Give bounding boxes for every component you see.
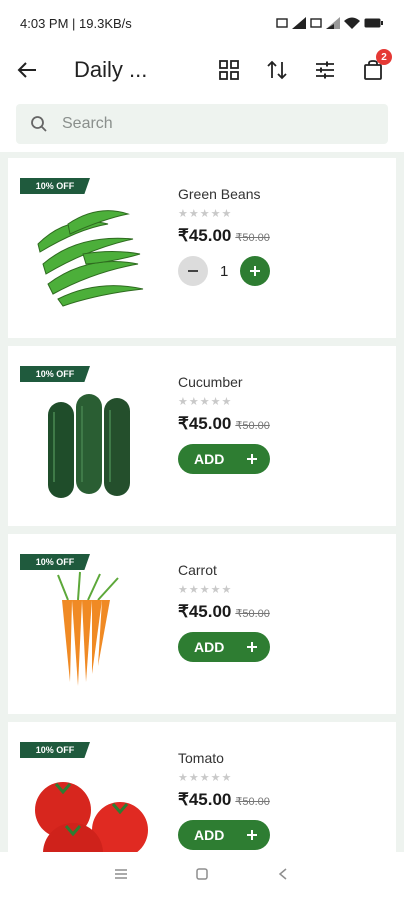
recents-button[interactable] <box>106 867 136 885</box>
product-mrp: ₹50.00 <box>235 608 270 620</box>
page-title: Daily ... <box>74 57 148 82</box>
price-row: ₹45.00 ₹50.00 <box>178 602 270 622</box>
product-card-carrot[interactable]: 10% OFF Carrot ★★★★★ ₹45.00 ₹50.00 ADD <box>8 534 396 714</box>
sort-icon <box>267 60 287 80</box>
add-label: ADD <box>194 639 225 655</box>
rating-stars: ★★★★★ <box>178 772 233 784</box>
quantity-value: 1 <box>220 262 229 280</box>
rating-stars: ★★★★★ <box>178 208 233 220</box>
product-price: ₹45.00 <box>178 790 232 809</box>
search-input[interactable] <box>62 115 342 133</box>
status-icons <box>276 17 384 29</box>
product-mrp: ₹50.00 <box>235 420 270 432</box>
plus-icon <box>250 266 261 276</box>
tune-icon <box>316 61 334 79</box>
status-bar: 4:03 PM | 19.3KB/s <box>0 0 404 46</box>
plus-icon <box>247 830 257 840</box>
signal-icon-2 <box>326 17 340 29</box>
cart-count-badge: 2 <box>376 49 392 65</box>
add-to-cart-button[interactable]: ADD <box>178 632 270 662</box>
chevron-left-icon <box>279 868 287 880</box>
product-info: Carrot ★★★★★ ₹45.00 ₹50.00 ADD <box>168 534 270 714</box>
discount-badge: 10% OFF <box>20 366 90 382</box>
green-beans-image <box>37 210 144 307</box>
add-label: ADD <box>194 451 225 467</box>
price-row: ₹45.00 ₹50.00 <box>178 226 270 246</box>
minus-icon <box>188 270 198 272</box>
back-arrow-icon <box>17 62 36 78</box>
search-icon <box>31 116 47 132</box>
product-price: ₹45.00 <box>178 602 232 621</box>
back-button[interactable] <box>16 54 48 86</box>
product-name: Carrot <box>178 562 217 578</box>
sort-button[interactable] <box>262 55 292 85</box>
product-list[interactable]: 10% OFF Green Beans ★★★★★ ₹45.00 ₹50.00 … <box>0 152 404 852</box>
product-mrp: ₹50.00 <box>235 796 270 808</box>
plus-icon <box>247 642 257 652</box>
price-row: ₹45.00 ₹50.00 <box>178 414 270 434</box>
status-time: 4:03 PM | 19.3KB/s <box>20 15 132 31</box>
cucumber-image <box>48 394 130 498</box>
product-image-box: 10% OFF <box>8 534 168 714</box>
add-to-cart-button[interactable]: ADD <box>178 444 270 474</box>
product-card-green-beans[interactable]: 10% OFF Green Beans ★★★★★ ₹45.00 ₹50.00 … <box>8 158 396 338</box>
add-label: ADD <box>194 827 225 843</box>
product-name: Green Beans <box>178 186 261 202</box>
filter-button[interactable] <box>310 55 340 85</box>
product-mrp: ₹50.00 <box>235 232 270 244</box>
product-name: Tomato <box>178 750 224 766</box>
battery-icon <box>364 18 383 28</box>
system-nav-bar <box>0 852 404 900</box>
discount-badge: 10% OFF <box>20 178 90 194</box>
rating-stars: ★★★★★ <box>178 396 233 408</box>
product-price: ₹45.00 <box>178 226 232 245</box>
product-price: ₹45.00 <box>178 414 232 433</box>
product-name: Cucumber <box>178 374 243 390</box>
search-bar[interactable] <box>16 104 388 144</box>
wifi-icon <box>344 17 360 29</box>
menu-icon <box>114 869 127 879</box>
rating-stars: ★★★★★ <box>178 584 233 596</box>
product-image-box: 10% OFF <box>8 346 168 526</box>
increase-quantity-button[interactable] <box>240 256 271 286</box>
price-row: ₹45.00 ₹50.00 <box>178 790 270 810</box>
discount-badge: 10% OFF <box>20 554 90 570</box>
volte-icon <box>276 18 288 28</box>
plus-icon <box>247 454 257 464</box>
product-info: Cucumber ★★★★★ ₹45.00 ₹50.00 ADD <box>168 346 270 526</box>
cart-button[interactable]: 2 <box>358 49 392 85</box>
volte-icon-2 <box>310 18 322 28</box>
signal-icon <box>292 17 306 29</box>
product-image-box: 10% OFF <box>8 722 168 852</box>
carrot-image <box>57 571 119 686</box>
grid-view-button[interactable] <box>214 55 244 85</box>
product-info: Tomato ★★★★★ ₹45.00 ₹50.00 ADD <box>168 722 270 852</box>
product-card-tomato[interactable]: 10% OFF Tomato ★★★★★ ₹45.00 ₹50.00 ADD <box>8 722 396 852</box>
quantity-stepper: 1 <box>178 256 271 286</box>
app-bar-actions: 2 <box>214 49 392 85</box>
tomato-image <box>35 782 148 852</box>
product-image-box: 10% OFF <box>8 158 168 338</box>
add-to-cart-button[interactable]: ADD <box>178 820 270 850</box>
product-info: Green Beans ★★★★★ ₹45.00 ₹50.00 1 <box>168 158 271 338</box>
discount-badge: 10% OFF <box>20 742 90 758</box>
decrease-quantity-button[interactable] <box>178 256 208 286</box>
system-back-button[interactable] <box>268 867 298 885</box>
square-icon <box>196 868 208 880</box>
search-bar-container <box>0 94 404 144</box>
product-card-cucumber[interactable]: 10% OFF Cucumber ★★★★★ ₹45.00 ₹50.00 ADD <box>8 346 396 526</box>
home-button[interactable] <box>187 867 217 885</box>
app-bar: Daily ... 2 <box>0 46 404 94</box>
grid-icon <box>219 60 239 80</box>
